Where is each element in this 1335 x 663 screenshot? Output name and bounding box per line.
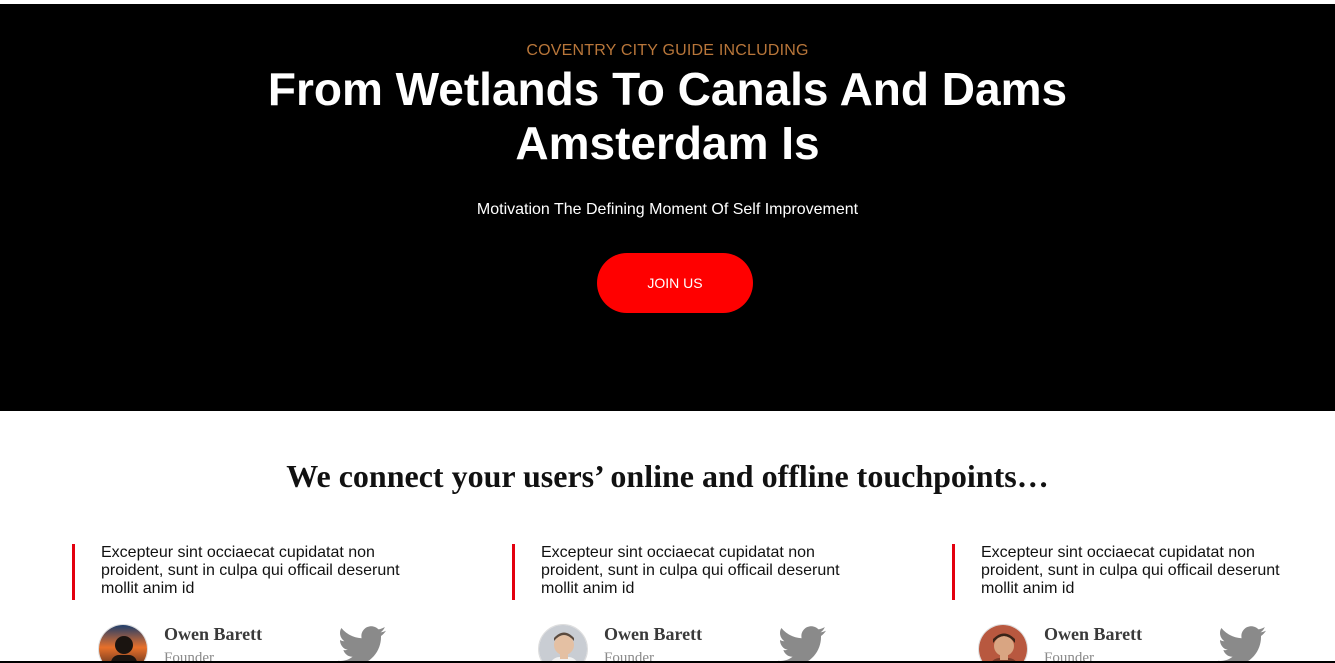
person-name: Owen Barett (164, 624, 263, 644)
hero-title: From Wetlands To Canals And Dams Amsterd… (0, 62, 1335, 170)
person-name: Owen Barett (1044, 624, 1143, 644)
avatar-man-red-photo (979, 625, 1027, 663)
join-us-button[interactable]: JOIN US (597, 253, 753, 313)
avatar-sunset-photo (99, 625, 147, 663)
hero-title-line2: Amsterdam Is (515, 117, 820, 169)
section-heading: We connect your users’ online and offlin… (286, 458, 1049, 494)
testimonial-quote: Excepteur sint occiaecat cupidatat non p… (72, 544, 402, 600)
twitter-icon[interactable] (1218, 626, 1266, 663)
hero-title-line1: From Wetlands To Canals And Dams (267, 63, 1068, 115)
testimonial-card: Excepteur sint occiaecat cupidatat non p… (952, 544, 1292, 663)
hero-subtitle: Motivation The Defining Moment Of Self I… (476, 201, 859, 218)
testimonial-quote: Excepteur sint occiaecat cupidatat non p… (512, 544, 842, 600)
person-name: Owen Barett (604, 624, 703, 644)
avatar (978, 624, 1028, 663)
testimonial-card: Excepteur sint occiaecat cupidatat non p… (72, 544, 412, 663)
testimonial-card: Excepteur sint occiaecat cupidatat non p… (512, 544, 852, 663)
avatar (98, 624, 148, 663)
testimonial-quote: Excepteur sint occiaecat cupidatat non p… (952, 544, 1282, 600)
twitter-icon[interactable] (778, 626, 826, 663)
hero-banner: COVENTRY CITY GUIDE INCLUDING From Wetla… (0, 4, 1335, 411)
avatar-man-gray-photo (539, 625, 587, 663)
hero-eyebrow: COVENTRY CITY GUIDE INCLUDING (526, 42, 809, 59)
avatar (538, 624, 588, 663)
twitter-icon[interactable] (338, 626, 386, 663)
